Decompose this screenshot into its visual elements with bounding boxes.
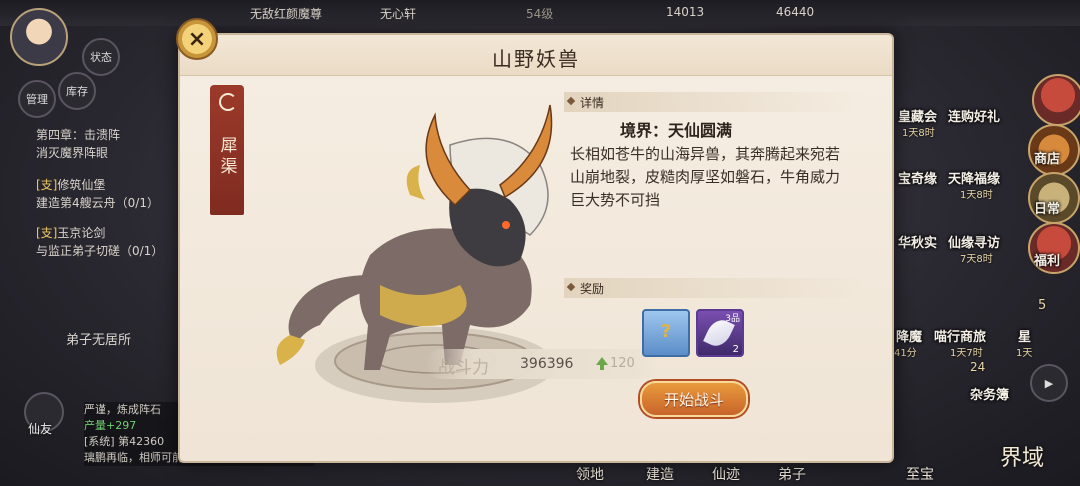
event-label[interactable]: 华秋实: [898, 232, 937, 251]
nav-treasure[interactable]: 至宝: [906, 464, 934, 484]
reward-grade: 3品: [725, 314, 740, 324]
event-label[interactable]: 连购好礼: [948, 106, 1000, 125]
quest-main[interactable]: 第四章：击溃阵 消灭魔界阵眼: [36, 126, 186, 162]
quest-side-1[interactable]: [支]修筑仙堡 建造第4艘云舟（0/1）: [36, 176, 186, 212]
count-badge: 24: [970, 360, 986, 374]
daily-label[interactable]: 日常: [1034, 198, 1060, 217]
event-label[interactable]: 皇藏会: [898, 106, 937, 125]
event-timer: 7天8时: [960, 254, 993, 265]
event-label[interactable]: 星: [1018, 326, 1031, 345]
bag-label: 库存: [66, 85, 88, 98]
welfare-label[interactable]: 福利: [1034, 250, 1060, 269]
dialog-header: 山野妖兽: [180, 35, 892, 76]
close-icon[interactable]: ×: [176, 18, 218, 60]
beast-name-tag: 犀渠: [210, 85, 244, 215]
event-icon[interactable]: [1032, 74, 1080, 126]
event-timer: 1天7时: [950, 348, 983, 359]
level-badge: 54级: [526, 7, 554, 21]
start-battle-button[interactable]: 开始战斗: [640, 381, 748, 417]
question-mark-icon: ?: [660, 321, 672, 342]
top-status-bar: 无敌红颜魔尊 无心轩 54级 14013 46440: [0, 0, 1080, 26]
nav-relics[interactable]: 仙迹: [712, 464, 740, 484]
realm-domain-button[interactable]: 界域: [1000, 440, 1044, 472]
details-header: 详情: [564, 92, 864, 112]
player-avatar[interactable]: [10, 8, 68, 66]
quest-desc: 与监正弟子切磋（0/1）: [36, 244, 164, 258]
friends-label: 仙友: [28, 422, 53, 436]
quest-title: 修筑仙堡: [57, 178, 106, 192]
reward-count: 2: [732, 344, 739, 355]
event-label[interactable]: 宝奇缘: [898, 168, 937, 187]
event-timer: 1天8时: [902, 128, 935, 139]
rewards-header: 奖励: [564, 278, 864, 298]
swirl-icon: [219, 93, 237, 111]
combat-power-label: 战斗力: [438, 358, 489, 378]
quest-title: 玉京论剑: [57, 226, 106, 240]
combat-power-value: 396396: [520, 356, 574, 372]
reward-feather[interactable]: 3品 2: [696, 309, 744, 357]
manage-button[interactable]: 管理: [18, 80, 56, 118]
event-label[interactable]: 仙缘寻访: [948, 232, 1000, 251]
event-timer: 41分: [894, 348, 917, 359]
up-arrow-stem: [600, 364, 604, 370]
sect-name: 无心轩: [380, 7, 417, 21]
event-timer: 1天: [1016, 348, 1033, 359]
status-button[interactable]: 状态: [82, 38, 120, 76]
realm-text: 境界：天仙圆满: [620, 121, 733, 140]
rewards-header-label: 奖励: [580, 282, 605, 296]
beast-description: 长相如苍牛的山海异兽，其奔腾起来宛若山崩地裂，皮糙肉厚坚如磐石，牛角威力巨大势不…: [570, 145, 841, 209]
beast-dialog: 山野妖兽 犀渠 战斗力 396396 120 详情 境界：天仙圆满 长相如苍牛的…: [178, 33, 894, 463]
quest-tag: [支]: [36, 226, 58, 240]
play-arrow-icon[interactable]: ▶: [1030, 364, 1068, 402]
combat-power-delta: 120: [610, 356, 635, 371]
quest-desc: 建造第4艘云舟（0/1）: [36, 196, 159, 210]
quest-desc: 消灭魔界阵眼: [36, 146, 109, 160]
reward-mystery-pill[interactable]: ?: [642, 309, 690, 357]
currency-jade: 46440: [776, 5, 815, 19]
quest-tag: [支]: [36, 178, 58, 192]
event-label[interactable]: 天降福缘: [948, 168, 1000, 187]
currency-spirit-stone: 14013: [666, 5, 705, 19]
task-book-label[interactable]: 杂务簿: [970, 384, 1009, 403]
event-timer: 1天8时: [960, 190, 993, 201]
nav-build[interactable]: 建造: [646, 464, 674, 484]
event-label[interactable]: 降魔: [896, 326, 922, 345]
quest-title: 第四章：击溃阵: [36, 128, 121, 142]
count-badge: 5: [1038, 298, 1047, 313]
manage-label: 管理: [26, 93, 48, 106]
quest-side-2[interactable]: [支]玉京论剑 与监正弟子切磋（0/1）: [36, 224, 186, 260]
player-title: 无敌红颜魔尊: [250, 7, 323, 21]
status-label: 状态: [90, 51, 112, 64]
bottom-nav: 领地 建造 仙迹 弟子 至宝: [540, 462, 960, 486]
bag-button[interactable]: 库存: [58, 72, 96, 110]
event-label[interactable]: 喵行商旅: [934, 326, 986, 345]
dialog-title: 山野妖兽: [492, 47, 580, 71]
shop-label[interactable]: 商店: [1034, 148, 1060, 167]
nav-disciples[interactable]: 弟子: [778, 464, 806, 484]
details-header-label: 详情: [580, 96, 605, 110]
nav-territory[interactable]: 领地: [576, 464, 604, 484]
beast-name: 犀渠: [216, 136, 237, 178]
